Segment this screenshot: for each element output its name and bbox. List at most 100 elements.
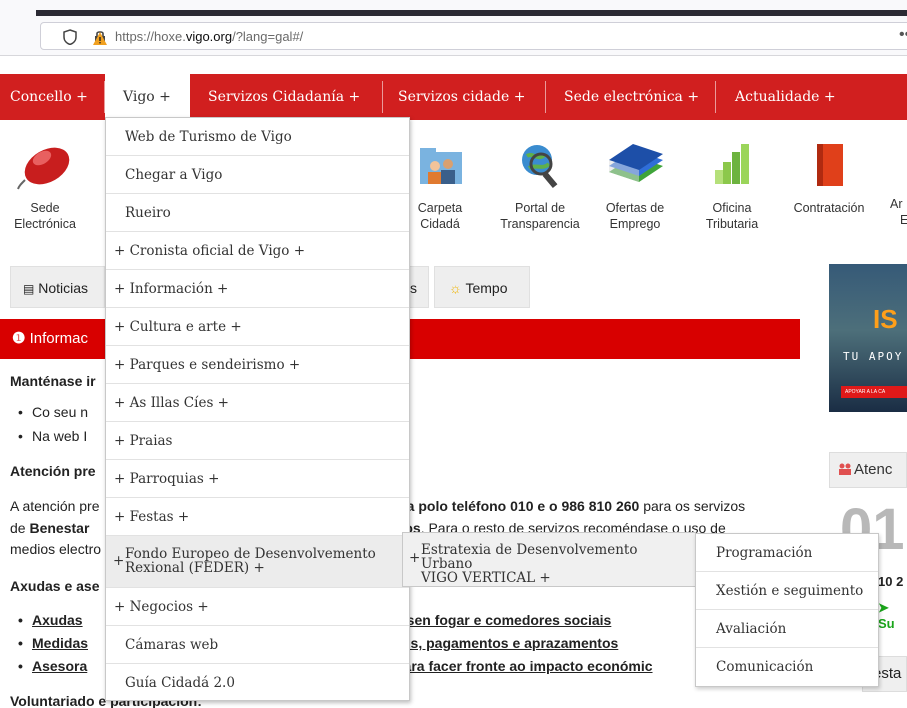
nav-servizos-cidade[interactable]: Servizos cidade +	[390, 74, 533, 120]
phone-text: via polo teléfono 010 e o 986 810 260	[395, 498, 640, 514]
link-axudas[interactable]: Axudas	[18, 612, 82, 628]
menu-item-turismo[interactable]: Web de Turismo de Vigo	[106, 118, 409, 156]
heading-manteñase: Manténase ir	[10, 373, 96, 389]
shortcut-oficina[interactable]: Oficina Tributaria	[692, 138, 772, 232]
atencion-box: Atenc	[829, 452, 907, 488]
arrow-icon: ➤	[878, 600, 889, 615]
submenu-estratexia-line1: Estratexia de Desenvolvemento Urbano	[421, 542, 638, 572]
menu-item-rueiro[interactable]: Rueiro	[106, 194, 409, 232]
submenu-item-avaliacion[interactable]: Avaliación	[696, 610, 878, 648]
menu-item-feder-line2: Rexional (FEDER) +	[125, 560, 265, 576]
shortcut-contratacion-label: Contratación	[793, 201, 865, 215]
menu-item-praias[interactable]: + Praias	[106, 422, 409, 460]
tab-tempo[interactable]: ☼ Tempo	[434, 266, 530, 308]
bar-chart-icon	[715, 144, 749, 184]
shield-icon[interactable]	[63, 29, 77, 45]
submenu-estratexia-line2: VIGO VERTICAL +	[421, 570, 551, 586]
url-domain: vigo.org	[185, 29, 233, 44]
menu-item-feder-line1: Fondo Europeo de Desenvolvemento	[125, 546, 376, 562]
browser-tab-strip	[0, 0, 907, 16]
link-medidas[interactable]: Medidas	[18, 635, 88, 651]
globe-magnifier-icon	[522, 145, 558, 189]
shortcut-contratacion[interactable]: Contratación	[788, 138, 870, 216]
shortcut-portal-label1: Portal de	[514, 201, 566, 215]
url-prefix: https://hoxe.	[115, 29, 186, 44]
sun-icon: ☼	[449, 280, 462, 296]
menu-item-cronista[interactable]: + Cronista oficial de Vigo +	[106, 232, 409, 270]
shortcut-carpeta-label1: Carpeta	[417, 201, 463, 215]
side-subscribe[interactable]: ➤ Su	[878, 600, 907, 631]
side-small-text: 10 2	[878, 574, 904, 589]
nav-vigo[interactable]: Vigo +	[105, 74, 190, 120]
menu-item-cultura[interactable]: + Cultura e arte +	[106, 308, 409, 346]
paragraph-right-1: via polo teléfono 010 e o 986 810 260 pa…	[395, 498, 745, 514]
paragraph-right-1-rest: para os servizos	[639, 498, 746, 514]
menu-item-guia[interactable]: Guía Cidadá 2.0	[106, 664, 409, 702]
menu-item-chegar[interactable]: Chegar a Vigo	[106, 156, 409, 194]
shortcut-partial-label2: E	[900, 213, 907, 227]
shortcut-sede-label2: Electrónica	[14, 217, 76, 231]
browser-toolbar: https://hoxe.vigo.org/?lang=gal#/ ••	[0, 16, 907, 56]
lock-warning-icon[interactable]	[93, 29, 107, 45]
document-icon	[817, 144, 843, 186]
menu-item-illas-cies[interactable]: + As Illas Cíes +	[106, 384, 409, 422]
nav-actualidade[interactable]: Actualidade +	[727, 74, 844, 120]
nav-separator	[382, 81, 383, 113]
nav-sede-electronica[interactable]: Sede electrónica +	[556, 74, 707, 120]
menu-item-informacion[interactable]: + Información +	[106, 270, 409, 308]
tab-tempo-label: Tempo	[465, 280, 508, 296]
info-icon: ❶	[12, 330, 26, 347]
nav-separator	[545, 81, 546, 113]
shortcut-ofertas-label2: Emprego	[609, 217, 661, 231]
page-top-gap	[0, 57, 907, 74]
banner-subtitle: TU APOY	[843, 350, 904, 363]
banner-title: IS	[873, 304, 898, 334]
menu-item-camaras[interactable]: Cámaras web	[106, 626, 409, 664]
tab-noticias[interactable]: ▤ Noticias	[10, 266, 105, 308]
paragraph-left-2: de Benestar	[10, 520, 89, 536]
submenu-item-comunicacion[interactable]: Comunicación	[696, 648, 878, 686]
shortcut-carpeta[interactable]: Carpeta Cidadá	[405, 138, 475, 232]
nav-separator	[715, 81, 716, 113]
shortcut-portal-label2: Transparencia	[500, 217, 580, 231]
menu-item-parroquias[interactable]: + Parroquias +	[106, 460, 409, 498]
atencion-label: Atenc	[854, 461, 893, 478]
submenu-item-xestion[interactable]: Xestión e seguimento	[696, 572, 878, 610]
paragraph-left-3: medios electro	[10, 541, 102, 557]
benestar-text: Benestar	[29, 520, 90, 536]
shortcut-ofertas-label1: Ofertas de	[605, 201, 665, 215]
shortcut-partial[interactable]: Ar E	[890, 138, 907, 228]
link-medidas-right[interactable]: zos, pagamentos e aprazamentos	[395, 635, 618, 651]
link-axudas-right[interactable]: s sen fogar e comedores sociais	[395, 612, 611, 628]
banner-button[interactable]: APOYAR A LA CA	[841, 386, 907, 398]
paragraph-left-2a: de	[10, 520, 30, 536]
bullet-item: Co seu n	[18, 404, 88, 420]
menu-item-feder[interactable]: + Fondo Europeo de Desenvolvemento Rexio…	[106, 536, 409, 588]
heading-axudas: Axudas e ase	[10, 578, 100, 594]
nav-concello[interactable]: Concello +	[2, 74, 96, 120]
plus-icon: +	[113, 553, 125, 569]
submenu-item-programacion[interactable]: Programación	[696, 534, 878, 572]
shortcut-transparencia[interactable]: Portal de Transparencia	[490, 138, 590, 232]
submenu-feder[interactable]: + Estratexia de Desenvolvemento Urbano V…	[402, 532, 696, 587]
link-asesora[interactable]: Asesora	[18, 658, 87, 674]
link-asesora-right[interactable]: para facer fronte ao impacto económic	[395, 658, 653, 674]
main-nav: Concello + Vigo + Servizos Cidadanía + S…	[0, 74, 907, 120]
menu-item-festas[interactable]: + Festas +	[106, 498, 409, 536]
vigo-dropdown-menu: Web de Turismo de Vigo Chegar a Vigo Rue…	[105, 117, 410, 701]
submenu-estratexia: Programación Xestión e seguimento Avalia…	[695, 533, 879, 687]
menu-item-negocios[interactable]: + Negocios +	[106, 588, 409, 626]
address-bar[interactable]: https://hoxe.vigo.org/?lang=gal#/ ••	[40, 22, 907, 50]
shortcut-ofertas[interactable]: Ofertas de Emprego	[595, 138, 675, 232]
menu-item-parques[interactable]: + Parques e sendeirismo +	[106, 346, 409, 384]
shortcut-oficina-label2: Tributaria	[705, 217, 759, 231]
shortcut-oficina-label1: Oficina	[712, 201, 752, 215]
more-actions-icon[interactable]: ••	[899, 26, 907, 44]
heading-atencion: Atención pre	[10, 463, 96, 479]
info-title: Informac	[29, 330, 88, 347]
nav-servizos-cidadania[interactable]: Servizos Cidadanía +	[200, 74, 368, 120]
url-suffix: /?lang=gal#/	[232, 29, 304, 44]
url-text[interactable]: https://hoxe.vigo.org/?lang=gal#/	[115, 29, 303, 44]
shortcut-sede[interactable]: Sede Electrónica	[10, 138, 80, 232]
ad-banner[interactable]: IS TU APOY APOYAR A LA CA	[829, 264, 907, 412]
